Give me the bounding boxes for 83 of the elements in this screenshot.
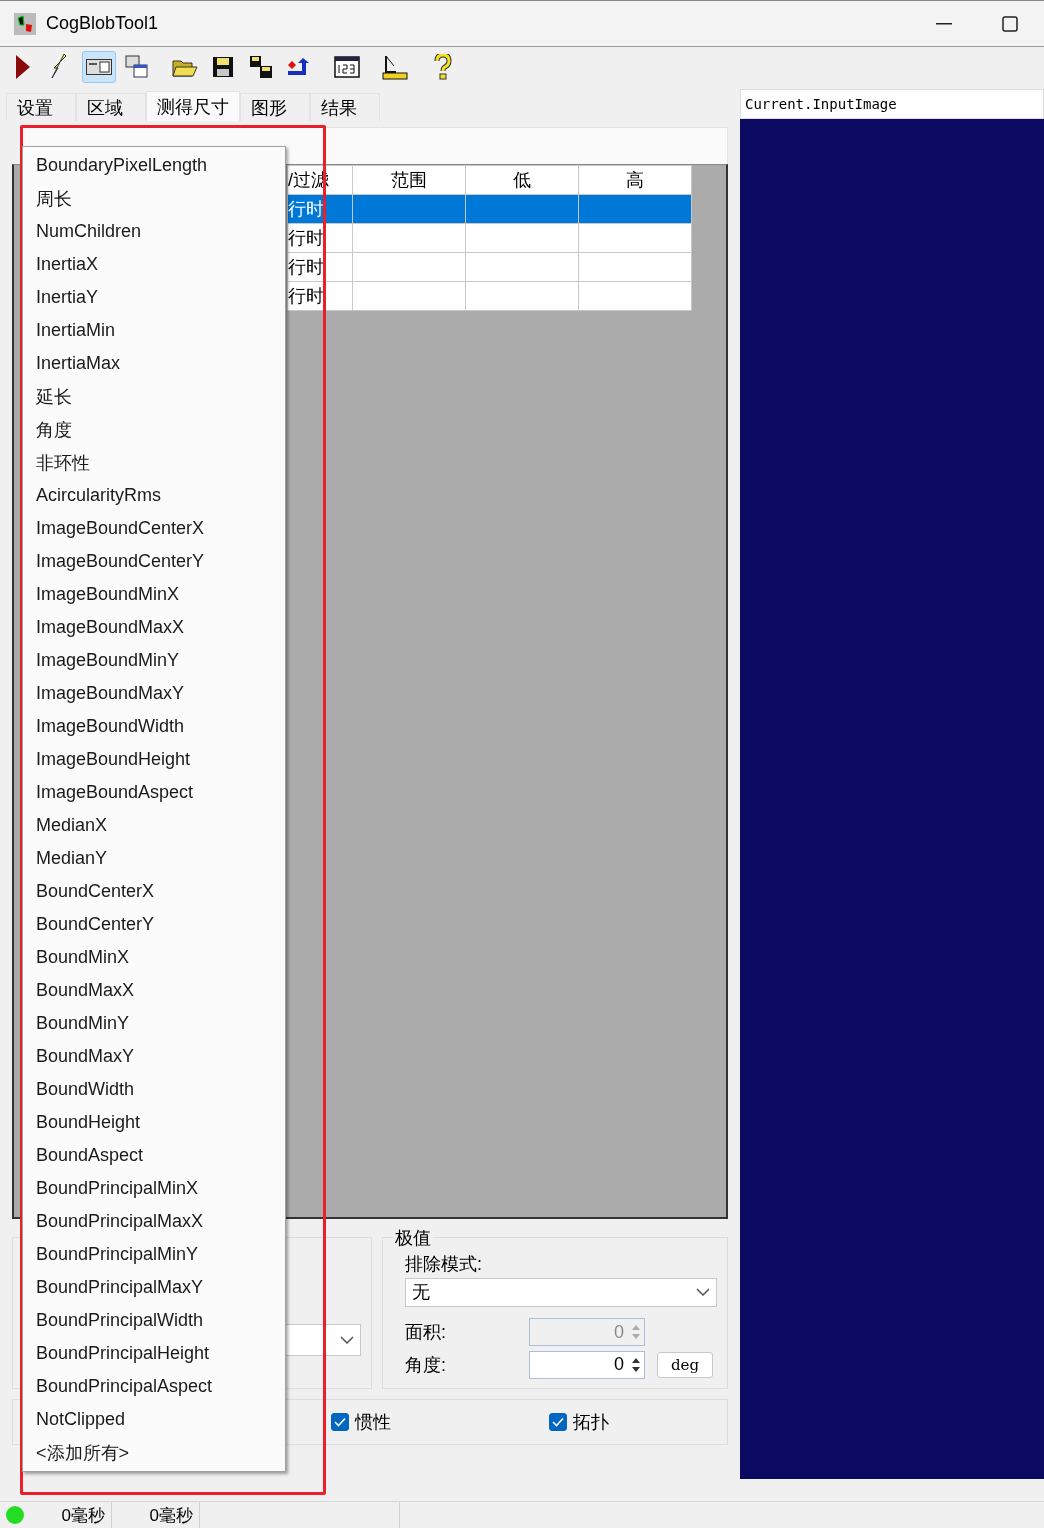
status-time: 0毫秒: [112, 1502, 200, 1528]
minimize-icon: [936, 22, 952, 25]
menu-item[interactable]: ImageBoundMaxY: [23, 677, 285, 710]
field-label: 排除模式:: [405, 1253, 483, 1276]
menu-item[interactable]: BoundPrincipalMaxY: [23, 1271, 285, 1304]
menu-item[interactable]: 角度: [23, 413, 285, 446]
field-label: 面积:: [405, 1321, 447, 1345]
checkmark-icon: [334, 1417, 346, 1427]
menu-item[interactable]: ImageBoundAspect: [23, 776, 285, 809]
group-title: 极值: [393, 1226, 433, 1250]
menu-item[interactable]: 延长: [23, 380, 285, 413]
menu-item[interactable]: ImageBoundCenterY: [23, 545, 285, 578]
checkbox[interactable]: [549, 1413, 567, 1431]
window-title: CogBlobTool1: [46, 13, 160, 34]
menu-item[interactable]: InertiaX: [23, 248, 285, 281]
menu-item[interactable]: BoundCenterY: [23, 908, 285, 941]
menu-item[interactable]: BoundPrincipalMinX: [23, 1172, 285, 1205]
tab[interactable]: 图形: [240, 93, 310, 121]
tab[interactable]: 设置: [6, 93, 76, 121]
numeric-display-icon: [334, 56, 360, 78]
menu-item[interactable]: NotClipped: [23, 1403, 285, 1436]
menu-item[interactable]: InertiaY: [23, 281, 285, 314]
panel-icon: [86, 59, 112, 75]
unit-button[interactable]: deg: [657, 1351, 713, 1378]
table-row[interactable]: 行时: [287, 223, 692, 253]
menu-item[interactable]: <添加所有>: [23, 1436, 285, 1469]
help-icon: [434, 54, 452, 80]
menu-item[interactable]: ImageBoundMinX: [23, 578, 285, 611]
table-row[interactable]: 行时: [287, 281, 692, 311]
menu-item[interactable]: BoundAspect: [23, 1139, 285, 1172]
column-header: 低: [465, 165, 579, 195]
status-time: 0毫秒: [32, 1502, 112, 1528]
table-row[interactable]: 行时: [287, 252, 692, 282]
menu-item[interactable]: BoundMinX: [23, 941, 285, 974]
menu-item[interactable]: BoundPrincipalMaxX: [23, 1205, 285, 1238]
menu-item[interactable]: ImageBoundMaxX: [23, 611, 285, 644]
menu-item[interactable]: BoundPrincipalMinY: [23, 1238, 285, 1271]
chevron-down-icon: [340, 1336, 354, 1344]
menu-item[interactable]: InertiaMin: [23, 314, 285, 347]
column-header: 范围: [352, 165, 466, 195]
windows-icon: [125, 55, 149, 79]
play-icon: [16, 55, 30, 79]
status-light-icon: [6, 1506, 24, 1524]
chevron-down-icon: [696, 1288, 710, 1297]
spin-field[interactable]: 0: [529, 1350, 645, 1379]
table-row[interactable]: 行时: [287, 194, 692, 224]
menu-item[interactable]: ImageBoundHeight: [23, 743, 285, 776]
column-header: 高: [578, 165, 692, 195]
menu-item[interactable]: BoundPrincipalAspect: [23, 1370, 285, 1403]
menu-item[interactable]: AcircularityRms: [23, 479, 285, 512]
menu-item[interactable]: ImageBoundCenterX: [23, 512, 285, 545]
menu-item[interactable]: MedianY: [23, 842, 285, 875]
checkbox[interactable]: [331, 1413, 349, 1431]
measure-tool-icon: [382, 54, 408, 80]
menu-item[interactable]: MedianX: [23, 809, 285, 842]
toolbar-button[interactable]: [82, 51, 116, 83]
menu-item[interactable]: ImageBoundWidth: [23, 710, 285, 743]
tab[interactable]: 结果: [310, 93, 380, 121]
image-title: Current.InputImage: [740, 89, 1044, 119]
field-label: 角度:: [405, 1353, 447, 1377]
tab[interactable]: 测得尺寸: [146, 91, 240, 121]
checkbox-label: 拓扑: [573, 1411, 609, 1434]
menu-item[interactable]: BoundPrincipalWidth: [23, 1304, 285, 1337]
checkbox-label: 惯性: [355, 1411, 391, 1434]
app-icon: [14, 12, 36, 35]
menu-item[interactable]: BoundPrincipalHeight: [23, 1337, 285, 1370]
menu-item[interactable]: BoundCenterX: [23, 875, 285, 908]
maximize-icon: [1002, 15, 1018, 32]
menu-item[interactable]: BoundHeight: [23, 1106, 285, 1139]
dropdown-field[interactable]: 无: [405, 1278, 717, 1307]
tab[interactable]: 区域: [76, 93, 146, 121]
menu-item[interactable]: BoundMaxY: [23, 1040, 285, 1073]
menu-item[interactable]: BoundWidth: [23, 1073, 285, 1106]
menu-item[interactable]: 非环性: [23, 446, 285, 479]
checkmark-icon: [552, 1417, 564, 1427]
menu-item[interactable]: NumChildren: [23, 215, 285, 248]
floppy-disks-icon: [249, 55, 273, 79]
menu-item[interactable]: 周长: [23, 182, 285, 215]
menu-item[interactable]: BoundMinY: [23, 1007, 285, 1040]
menu-item[interactable]: BoundMaxX: [23, 974, 285, 1007]
menu-item[interactable]: ImageBoundMinY: [23, 644, 285, 677]
menu-item[interactable]: InertiaMax: [23, 347, 285, 380]
menu-item[interactable]: BoundaryPixelLength: [23, 149, 285, 182]
